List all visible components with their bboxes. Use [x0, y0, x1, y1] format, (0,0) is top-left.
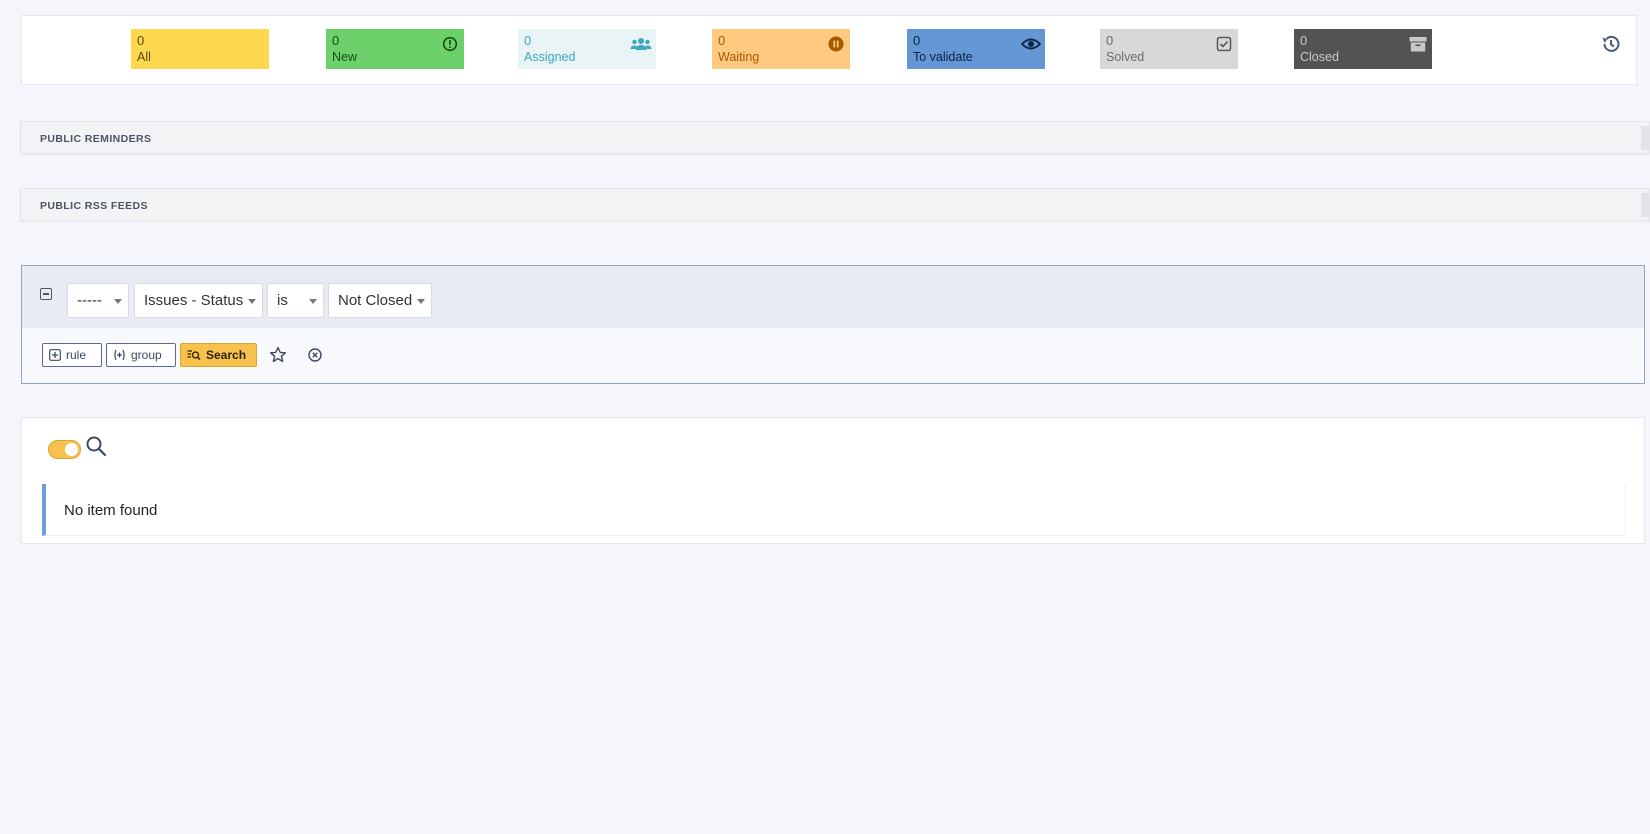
chevron-down-icon — [417, 299, 425, 304]
status-tile-all[interactable]: 0 All — [131, 29, 269, 69]
status-label: Waiting — [718, 50, 760, 64]
search-criteria-panel: ----- Issues - Status is Not Closed rule… — [21, 265, 1645, 384]
status-count: 0 — [1300, 33, 1308, 48]
empty-message-text: No item found — [64, 502, 158, 519]
criteria-value-select[interactable]: Not Closed — [328, 283, 432, 318]
chevron-down-icon — [309, 299, 317, 304]
add-rule-button[interactable]: rule — [42, 343, 102, 367]
star-icon[interactable] — [268, 345, 288, 365]
criteria-link-select[interactable]: ----- — [67, 283, 129, 318]
users-icon — [630, 38, 652, 50]
select-value: Not Closed — [338, 292, 413, 309]
status-label: Solved — [1106, 50, 1145, 64]
search-list-icon — [187, 350, 201, 361]
results-panel: No item found — [21, 417, 1645, 544]
select-value: Issues - Status — [144, 292, 244, 309]
add-group-button[interactable]: group — [106, 343, 176, 367]
status-tile-new[interactable]: 0 New — [326, 29, 464, 69]
select-value: ----- — [77, 292, 102, 309]
status-label: All — [137, 50, 151, 64]
plus-group-icon — [114, 349, 125, 361]
status-count: 0 — [1106, 33, 1114, 48]
criteria-field-select[interactable]: Issues - Status — [134, 283, 263, 318]
status-count: 0 — [332, 33, 340, 48]
remove-criteria-icon[interactable] — [40, 288, 52, 300]
search-button[interactable]: Search — [180, 343, 257, 367]
section-edge — [1641, 126, 1649, 150]
eye-icon — [1021, 38, 1041, 50]
status-tile-solved[interactable]: 0 Solved — [1100, 29, 1238, 69]
search-icon[interactable] — [85, 435, 107, 457]
select-value: is — [277, 292, 288, 309]
status-tile-assigned[interactable]: 0 Assigned — [518, 29, 656, 69]
chevron-down-icon — [248, 299, 256, 304]
section-title: PUBLIC RSS FEEDS — [40, 200, 148, 212]
history-icon[interactable] — [1600, 33, 1622, 55]
status-tile-to-validate[interactable]: 0 To validate — [907, 29, 1045, 69]
section-edge — [1641, 193, 1649, 217]
pause-circle-icon — [828, 36, 844, 52]
exclamation-circle-icon — [442, 36, 458, 52]
button-label: rule — [66, 348, 87, 362]
button-label: group — [131, 348, 162, 362]
section-title: PUBLIC REMINDERS — [40, 133, 152, 145]
status-label: New — [332, 50, 358, 64]
plus-square-icon — [49, 349, 61, 361]
public-reminders-section[interactable]: PUBLIC REMINDERS — [20, 121, 1650, 154]
status-count: 0 — [137, 33, 145, 48]
empty-results-message: No item found — [42, 484, 1626, 536]
criteria-row: ----- Issues - Status is Not Closed — [22, 266, 1644, 328]
check-square-icon — [1216, 36, 1232, 52]
status-summary-bar: 0 All 0 New 0 Assigned 0 Waiting 0 To va… — [21, 15, 1637, 85]
button-label: Search — [206, 348, 247, 362]
status-tile-waiting[interactable]: 0 Waiting — [712, 29, 850, 69]
criteria-operator-select[interactable]: is — [267, 283, 324, 318]
archive-icon — [1409, 37, 1427, 52]
public-rss-feeds-section[interactable]: PUBLIC RSS FEEDS — [20, 188, 1650, 221]
search-toggle-switch[interactable] — [48, 440, 81, 459]
status-label: Closed — [1300, 50, 1339, 64]
reset-circle-x-icon[interactable] — [305, 345, 325, 365]
status-tile-closed[interactable]: 0 Closed — [1294, 29, 1432, 69]
status-count: 0 — [718, 33, 726, 48]
chevron-down-icon — [114, 299, 122, 304]
